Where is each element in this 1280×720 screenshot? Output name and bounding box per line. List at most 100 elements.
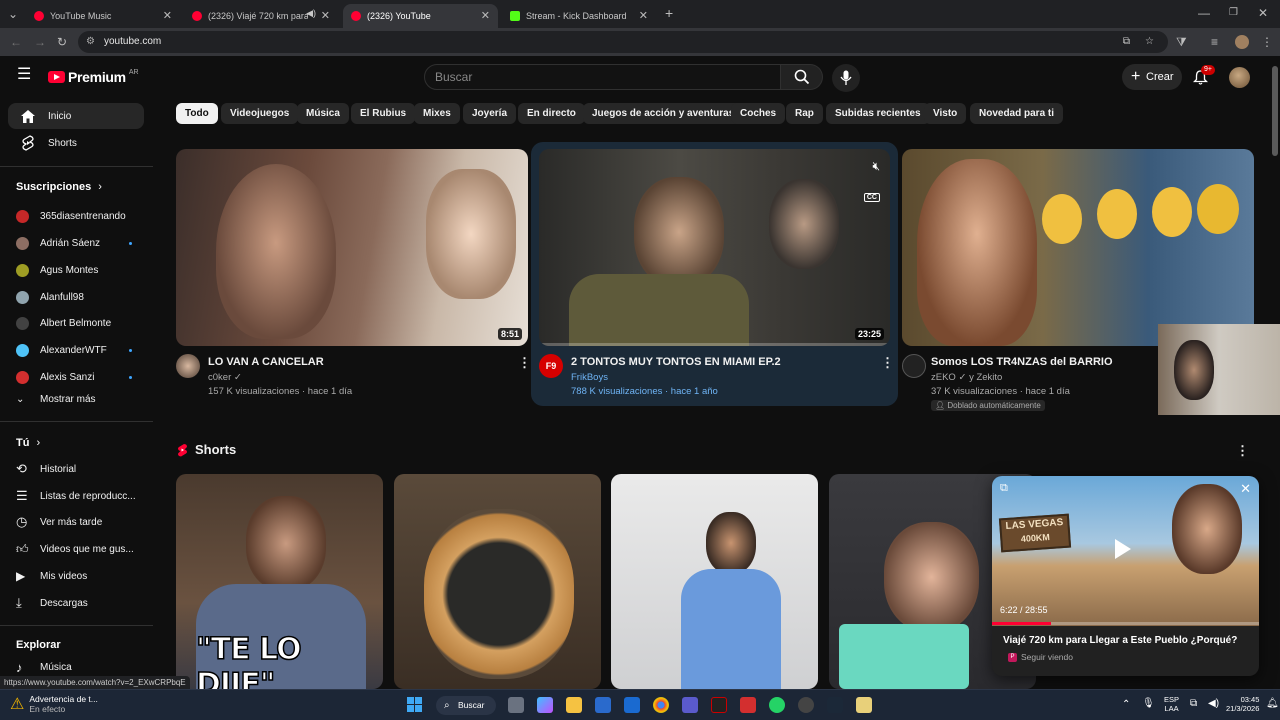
video-title[interactable]: 2 TONTOS MUY TONTOS EN MIAMI EP.2	[571, 356, 781, 368]
network-icon[interactable]: ⧉	[1190, 698, 1197, 709]
play-icon[interactable]	[1115, 539, 1131, 559]
teams-icon[interactable]	[682, 697, 698, 713]
short-thumbnail[interactable]	[394, 474, 601, 689]
filter-chip[interactable]: Novedad para ti	[970, 103, 1064, 124]
tray-chevron-icon[interactable]: ⌃	[1122, 699, 1130, 710]
video-title[interactable]: Somos LOS TR4NZAS del BARRIO	[931, 356, 1113, 368]
back-icon[interactable]: ←	[10, 36, 22, 48]
windows-start-icon[interactable]	[407, 697, 422, 712]
filter-chip[interactable]: Mixes	[414, 103, 460, 124]
filter-chip[interactable]: Joyería	[463, 103, 517, 124]
closed-captions-icon[interactable]: CC	[863, 193, 880, 202]
restore-icon[interactable]: ❐	[1229, 7, 1238, 19]
miniplayer-video[interactable]: LAS VEGAS 400KM ⧉ ✕ 6:22 / 28:55	[992, 476, 1259, 626]
search-button[interactable]	[781, 64, 823, 90]
tab-youtube[interactable]: (2326) YouTube ✕	[343, 4, 498, 28]
short-thumbnail[interactable]	[611, 474, 818, 689]
forward-icon[interactable]: →	[34, 36, 46, 48]
menu-icon[interactable]: ⋮	[1261, 36, 1273, 48]
filter-chip[interactable]: Rap	[786, 103, 823, 124]
filter-chip[interactable]: Visto	[924, 103, 967, 124]
preview-progress-bar[interactable]	[539, 343, 890, 346]
profile-avatar[interactable]	[1235, 35, 1249, 49]
copilot-icon[interactable]	[537, 697, 553, 713]
video-thumbnail[interactable]	[902, 149, 1254, 346]
app-icon[interactable]	[711, 697, 727, 713]
store-icon[interactable]	[595, 697, 611, 713]
channel-name[interactable]: zEKO ✓ y Zekito	[931, 372, 1002, 383]
sidebar-item-downloads[interactable]: ⤓ Descargas	[8, 590, 144, 616]
sidebar-item-subscription[interactable]: Albert Belmonte	[8, 310, 144, 336]
filter-chip[interactable]: Videojuegos	[221, 103, 299, 124]
create-button[interactable]: + Crear	[1122, 64, 1182, 90]
system-notification[interactable]: ⚠ Advertencia de t... En efecto	[10, 694, 98, 714]
sidebar-item-subscription[interactable]: 365diasentrenando	[8, 203, 144, 229]
more-actions-icon[interactable]: ⋮	[518, 355, 531, 371]
chrome-icon[interactable]	[653, 697, 669, 713]
filter-chip[interactable]: Coches	[731, 103, 786, 124]
wps-icon[interactable]	[740, 697, 756, 713]
sidebar-item-my-videos[interactable]: ▶ Mis videos	[8, 563, 144, 589]
filter-chip[interactable]: En directo	[518, 103, 585, 124]
miniplayer-progress[interactable]	[992, 622, 1259, 625]
mail-icon[interactable]	[624, 697, 640, 713]
show-more-button[interactable]: ⌄ Mostrar más	[8, 386, 144, 412]
reload-icon[interactable]: ↻	[57, 36, 67, 48]
more-actions-icon[interactable]: ⋮	[881, 355, 894, 371]
sidebar-item-shorts[interactable]: Shorts	[8, 130, 144, 156]
steam-icon[interactable]	[827, 697, 843, 713]
clock[interactable]: 03:45 21/3/2026	[1226, 695, 1259, 713]
minimize-icon[interactable]: —	[1198, 7, 1210, 19]
sidebar-item-watch-later[interactable]: ◷ Ver más tarde	[8, 509, 144, 535]
video-title[interactable]: LO VAN A CANCELAR	[208, 356, 324, 368]
extensions-icon[interactable]: ⧩	[1176, 36, 1187, 48]
youtube-logo[interactable]: Premium AR	[48, 69, 139, 85]
mute-icon[interactable]: 🔇︎	[872, 159, 880, 174]
filter-chip[interactable]: Música	[297, 103, 349, 124]
task-view-icon[interactable]	[508, 697, 524, 713]
install-icon[interactable]: ⧉	[1123, 31, 1130, 53]
site-info-icon[interactable]: ⚙	[86, 31, 95, 53]
expand-icon[interactable]: ⧉	[1000, 482, 1008, 495]
close-icon[interactable]: ✕	[321, 9, 330, 22]
video-thumbnail[interactable]: 8:51	[176, 149, 528, 346]
whatsapp-icon[interactable]	[769, 697, 785, 713]
page-scrollbar[interactable]	[1272, 66, 1278, 156]
sidebar-item-inicio[interactable]: Inicio	[8, 103, 144, 129]
bookmark-icon[interactable]: ☆	[1145, 31, 1154, 53]
speaker-icon[interactable]: ◀)	[306, 8, 316, 19]
video-preview-player[interactable]: 🔇︎ CC 23:25	[539, 149, 890, 346]
hamburger-menu-icon[interactable]: ☰	[17, 67, 31, 83]
volume-icon[interactable]: ◀)	[1208, 698, 1219, 709]
channel-name[interactable]: FrikBoys	[571, 372, 608, 383]
miniplayer[interactable]: LAS VEGAS 400KM ⧉ ✕ 6:22 / 28:55 Viajé 7…	[992, 476, 1259, 676]
filter-chip[interactable]: Todo	[176, 103, 218, 124]
channel-avatar[interactable]: F9	[539, 354, 563, 378]
sidebar-item-playlists[interactable]: ☰ Listas de reproducc...	[8, 483, 144, 509]
window-close-icon[interactable]: ✕	[1258, 7, 1268, 19]
file-explorer-icon[interactable]	[566, 697, 582, 713]
notification-bell-icon[interactable]: 🔔︎	[1266, 698, 1279, 709]
taskbar-search[interactable]: ⌕ Buscar	[436, 696, 496, 715]
tab-youtube-music[interactable]: YouTube Music ✕	[26, 4, 180, 28]
filter-chip[interactable]: Subidas recientes	[826, 103, 930, 124]
close-icon[interactable]: ✕	[639, 9, 648, 22]
filter-chip[interactable]: Juegos de acción y aventuras	[583, 103, 744, 124]
tab-search-icon[interactable]: ⌄	[8, 8, 18, 20]
url-field[interactable]: ⚙ youtube.com ⧉ ☆	[78, 31, 1168, 53]
obs-icon[interactable]	[798, 697, 814, 713]
sidebar-item-subscription[interactable]: Agus Montes	[8, 257, 144, 283]
tab-viaje-video[interactable]: (2326) Viajé 720 km para Lle ◀) ✕	[184, 4, 338, 28]
language-indicator[interactable]: ESP LAA	[1164, 695, 1179, 713]
more-actions-icon[interactable]: ⋮	[1236, 443, 1249, 459]
filter-chip[interactable]: El Rubius	[351, 103, 416, 124]
close-icon[interactable]: ✕	[481, 9, 490, 22]
app-icon[interactable]	[856, 697, 872, 713]
channel-avatar[interactable]	[902, 354, 926, 378]
short-thumbnail[interactable]: "TE LO DIJE"	[176, 474, 383, 689]
close-icon[interactable]: ✕	[163, 9, 172, 22]
sidebar-item-subscription[interactable]: Adrián Sáenz	[8, 230, 144, 256]
media-controls-icon[interactable]: ≡	[1211, 36, 1218, 48]
microphone-tray-icon[interactable]: 🎙︎	[1142, 698, 1155, 709]
sidebar-item-historial[interactable]: ⟲ Historial	[8, 456, 144, 482]
